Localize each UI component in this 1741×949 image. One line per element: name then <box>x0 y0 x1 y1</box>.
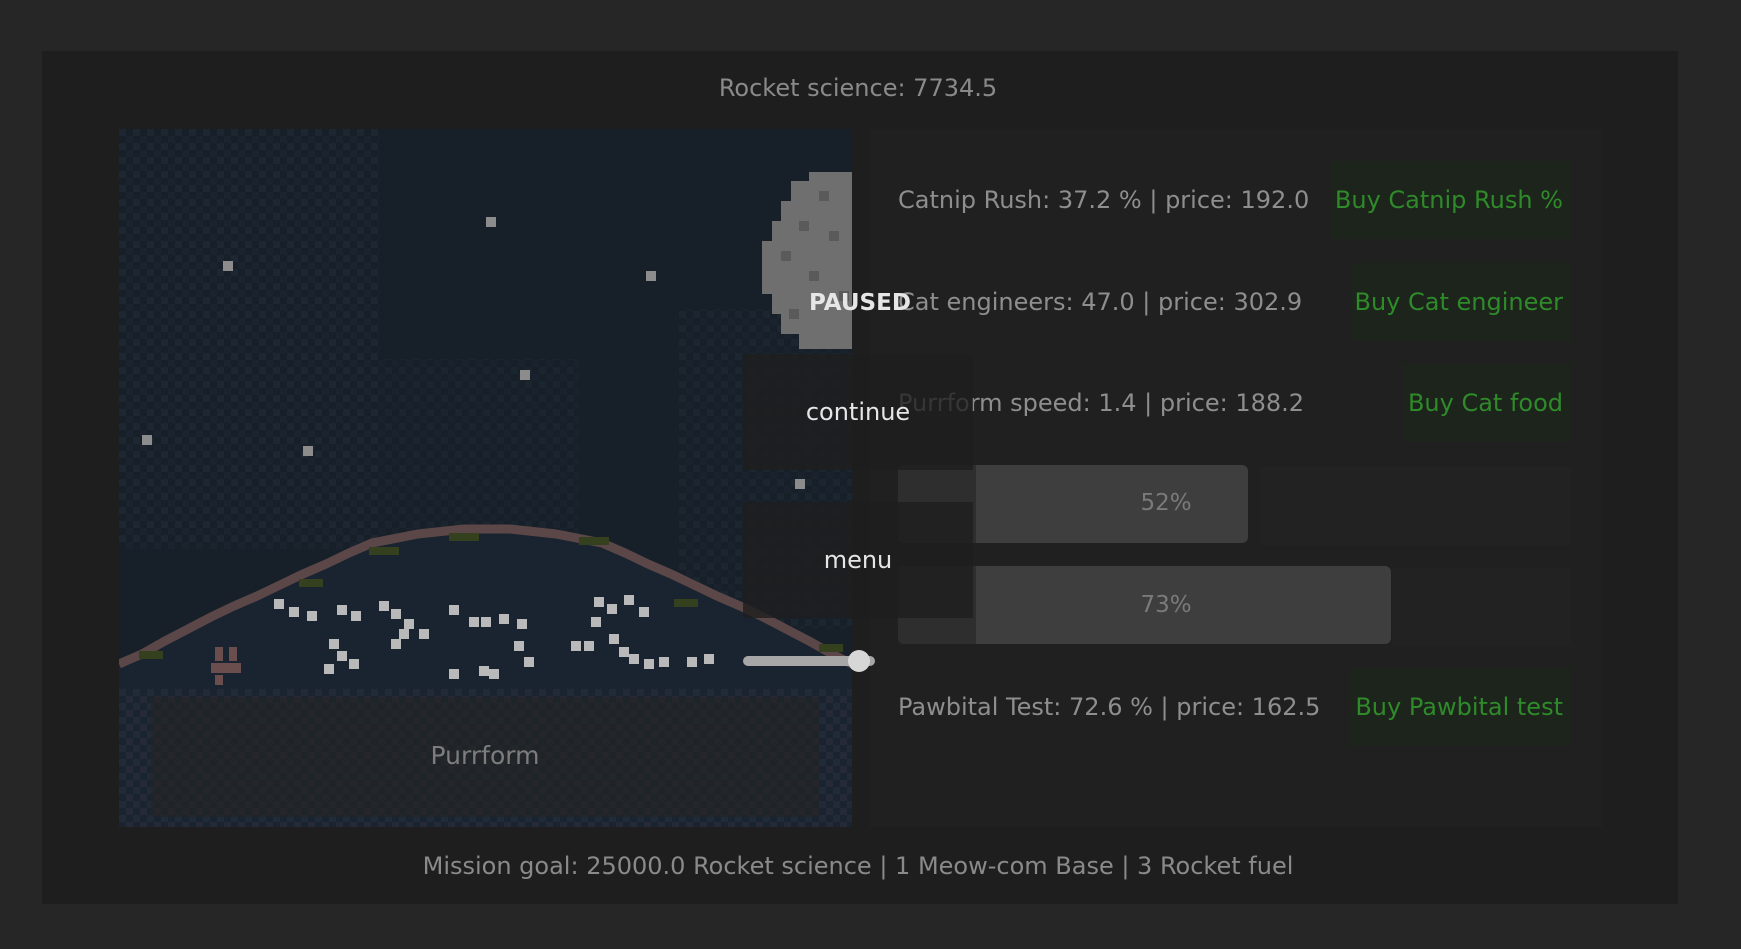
buy-catnip-rush-button[interactable]: Buy Catnip Rush % <box>1331 161 1571 239</box>
volume-slider-knob[interactable] <box>848 650 871 672</box>
star <box>795 479 805 489</box>
buy-pawbital-test-button[interactable]: Buy Pawbital test <box>1349 668 1571 746</box>
star <box>646 271 656 281</box>
paused-title: PAUSED <box>809 290 911 316</box>
progress-bar-2-label: 73% <box>1140 592 1192 618</box>
menu-button[interactable]: menu <box>743 502 973 618</box>
volume-slider[interactable] <box>743 650 875 672</box>
pawbital-test-stat: Pawbital Test: 72.6 % | price: 162.5 <box>898 693 1321 721</box>
star <box>486 217 496 227</box>
progress-bar-1-label: 52% <box>1140 490 1192 516</box>
buy-cat-food-button[interactable]: Buy Cat food <box>1403 364 1571 442</box>
purrform-label: Purrform <box>430 741 540 770</box>
buy-cat-engineer-button[interactable]: Buy Cat engineer <box>1351 263 1571 341</box>
star <box>223 261 233 271</box>
star <box>520 370 530 380</box>
catnip-rush-stat: Catnip Rush: 37.2 % | price: 192.0 <box>898 186 1310 214</box>
star <box>142 435 152 445</box>
star <box>303 446 313 456</box>
rocket-science-counter: Rocket science: 7734.5 <box>718 74 998 102</box>
continue-button[interactable]: continue <box>743 354 973 470</box>
mission-goal-text: Mission goal: 25000.0 Rocket science | 1… <box>422 852 1294 880</box>
